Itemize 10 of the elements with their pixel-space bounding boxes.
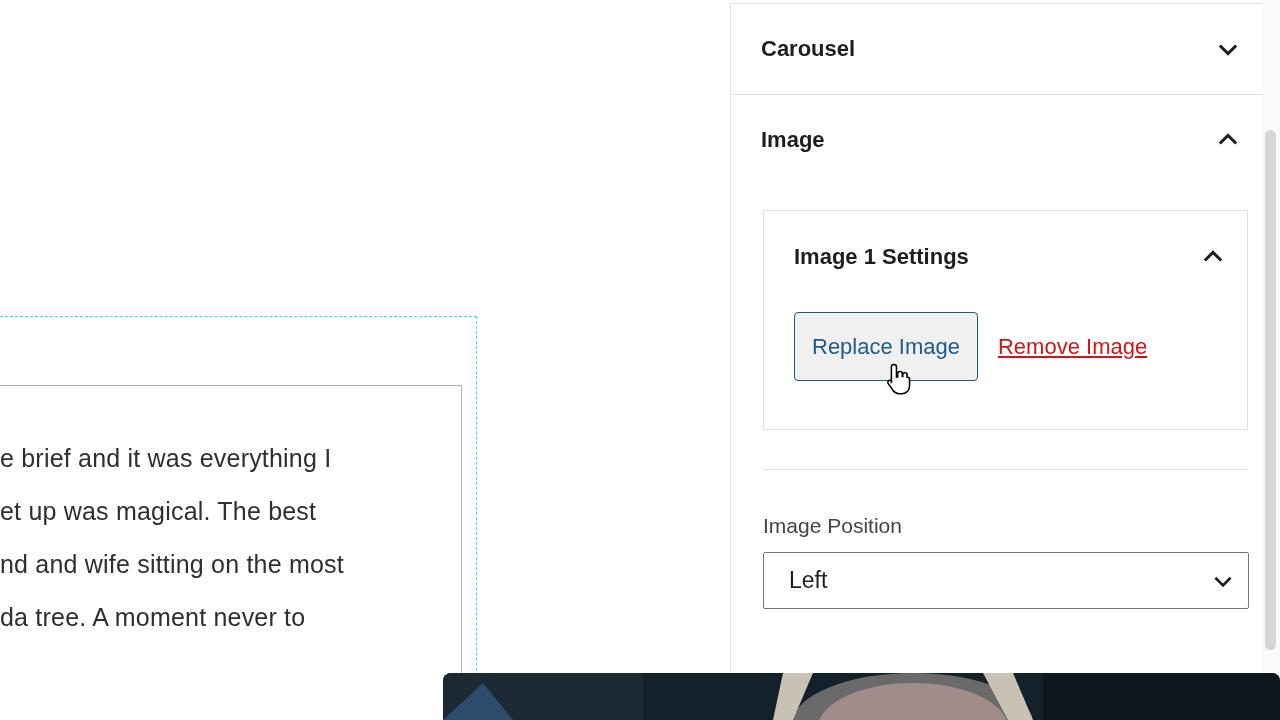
remove-image-link[interactable]: Remove Image	[998, 333, 1148, 360]
hand-cursor-icon	[885, 362, 913, 395]
settings-toggle[interactable]: Image 1 Settings	[794, 211, 1227, 303]
replace-image-button[interactable]: Replace Image	[794, 312, 978, 381]
position-select[interactable]: Left	[763, 552, 1249, 609]
scrollbar-thumb[interactable]	[1265, 130, 1276, 650]
panel-toggle[interactable]: Image	[731, 95, 1262, 185]
testimonial-text: e brief and it was everything I et up was magical. The best nd and wife sitting on the most da tree. A moment never to	[0, 443, 345, 633]
panel-toggle[interactable]: Carousel	[731, 4, 1262, 94]
field-label: Image Position	[763, 514, 903, 538]
